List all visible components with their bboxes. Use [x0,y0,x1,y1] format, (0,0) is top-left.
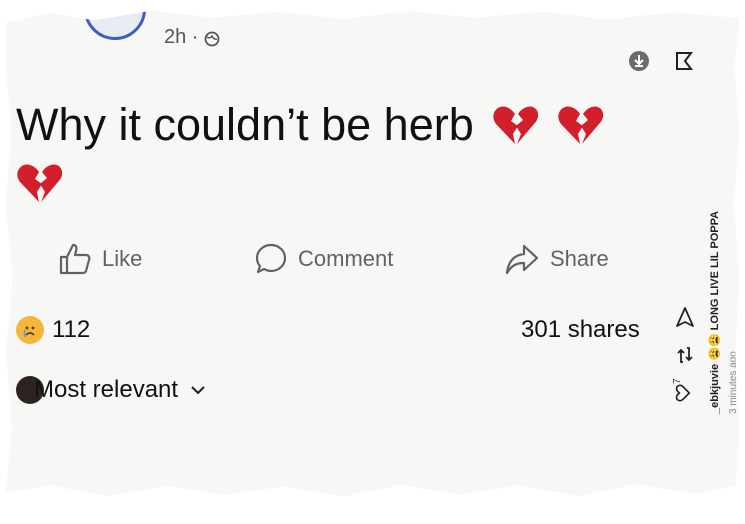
repost-icon[interactable] [674,344,696,366]
comment-sort[interactable]: Most relevant [16,376,206,404]
side-timestamp: 3 minutes ago [728,351,739,414]
chevron-down-icon [191,386,205,395]
like-button[interactable]: Like [58,242,142,276]
side-emoji-icon: 😩😩 [709,333,721,361]
comment-button[interactable]: Comment [254,242,393,276]
comment-bubble-icon [255,243,287,274]
comment-label: Comment [298,246,394,271]
post-body: Why it couldn’t be herb [16,96,676,212]
broken-heart-icon [557,102,603,144]
broken-heart-icon [16,160,63,202]
post-top-actions [628,50,694,77]
reaction-summary[interactable]: 112 [16,316,90,344]
post-time: 2h · [164,26,199,48]
shares-count[interactable]: 301 shares [521,316,640,344]
share-arrow-icon [505,244,539,275]
save-download-icon[interactable] [628,50,650,77]
side-caption: _ebkjuvie 😩😩 LONG LIVE LIL POPPA [708,211,721,414]
broken-heart-icon [492,102,539,144]
side-caption-text: LONG LIVE LIL POPPA [709,210,721,331]
crying-face-icon [16,316,44,344]
side-like-count: 7 [672,378,683,384]
torn-paper-card: 2h · Why it couldn’t be herb Like Commen… [6,10,739,497]
share-label: Share [550,246,609,271]
side-username[interactable]: _ebkjuvie [709,364,721,414]
bookmark-flag-icon[interactable] [674,51,694,76]
heart-outline-icon[interactable] [674,382,696,404]
thumbs-up-icon [59,243,91,275]
like-label: Like [102,246,143,271]
post-text: Why it couldn’t be herb [16,99,474,150]
post-meta: 2h · [164,26,220,49]
send-icon[interactable] [674,306,696,328]
side-reel-actions [674,306,696,404]
globe-icon [204,30,220,46]
sort-label: Most relevant [34,376,179,403]
reaction-count: 112 [52,316,91,343]
share-button[interactable]: Share [504,242,609,276]
avatar[interactable] [84,10,146,40]
